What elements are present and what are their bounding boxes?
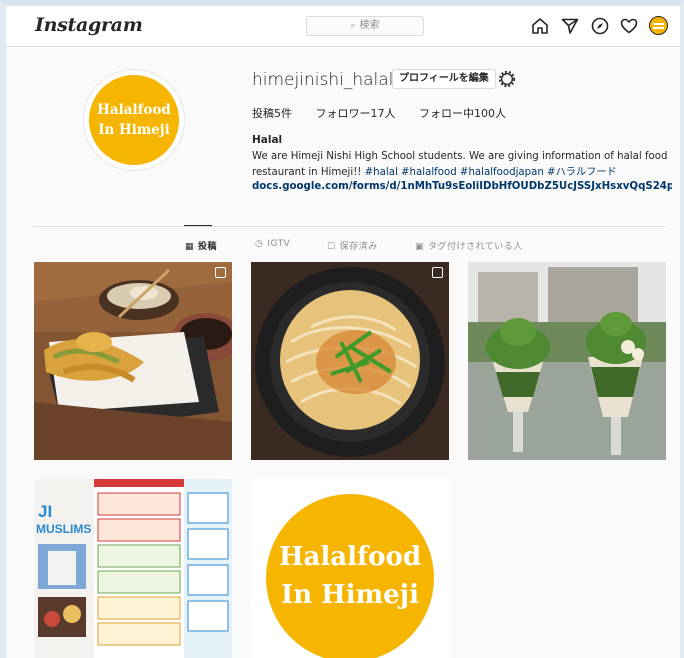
search-input[interactable]: ⌕ 検索 [306,16,424,36]
grid-icon: ▦ [185,242,195,252]
avatar-text-line1: Halalfood [97,102,171,118]
halal-flyer-photo: JI MUSLIMS [34,479,232,658]
post-matcha-parfait[interactable] [468,262,666,460]
bio-text: We are Himeji Nishi High School students… [252,149,672,181]
profile-avatar-logo: Halalfood In Himeji [89,75,179,165]
bio-line1: We are Himeji Nishi High School students… [252,151,668,162]
tab-igtv-label: IGTV [267,239,291,249]
bookmark-icon: ☐ [327,242,336,252]
direct-icon[interactable] [560,16,580,36]
tab-igtv[interactable]: ◷ IGTV [255,239,290,249]
search-icon: ⌕ [350,21,356,31]
bio-hashtags[interactable]: #halal #halalfood #halalfoodjapan #ハラルフー… [365,167,617,178]
settings-gear-icon[interactable] [498,70,516,88]
matcha-parfait-photo [468,262,666,460]
profile-avatar[interactable]: Halalfood In Himeji [84,70,184,170]
edit-profile-button[interactable]: プロフィールを編集 [392,69,496,89]
activity-heart-icon[interactable] [619,16,639,36]
igtv-icon: ◷ [255,239,264,249]
multiple-photos-icon [215,267,226,278]
flyer-text-muslims: MUSLIMS [36,522,91,536]
bio-line2: restaurant in Himeji!! #halal #halalfood… [252,165,672,181]
multiple-photos-icon [432,267,443,278]
udon-photo [251,262,449,460]
avatar-text-line2: In Himeji [98,122,170,138]
followers-count[interactable]: フォロワー17人 [316,107,396,120]
tabs-divider [34,226,666,227]
top-navigation-bar: Instagram ⌕ 検索 [6,6,680,47]
active-tab-indicator [184,225,212,226]
tab-tagged-label: タグ付けされている人 [428,242,523,252]
tab-saved-label: 保存済み [339,242,378,252]
logo-text-line2: In Himeji [281,580,419,610]
following-count[interactable]: フォロー中100人 [419,107,506,120]
home-icon[interactable] [530,16,550,36]
post-tempura[interactable] [34,262,232,460]
posts-count: 投稿5件 [252,107,292,120]
profile-stats: 投稿5件 フォロワー17人 フォロー中100人 [252,105,526,121]
tab-saved[interactable]: ☐ 保存済み [327,239,378,252]
logo-text-line1: Halalfood [279,542,421,572]
tempura-photo [34,262,232,460]
tab-posts[interactable]: ▦ 投稿 [185,239,217,252]
explore-icon[interactable] [590,16,610,36]
halalfood-logo-image: Halalfood In Himeji [251,479,449,658]
bio-link[interactable]: docs.google.com/forms/d/1nMhTu9sEoliIDbH… [252,181,672,192]
bio-line2-text: restaurant in Himeji!! [252,167,365,178]
flyer-text-ji: JI [38,502,52,521]
bio-name: Halal [252,134,283,146]
post-udon[interactable] [251,262,449,460]
tab-posts-label: 投稿 [198,242,218,252]
instagram-logo[interactable]: Instagram [35,14,143,36]
profile-avatar-icon[interactable] [649,16,668,35]
tab-tagged[interactable]: ▣ タグ付けされている人 [415,239,523,252]
post-halalfood-logo[interactable]: Halalfood In Himeji [251,479,449,658]
tagged-icon: ▣ [415,242,425,252]
profile-username: himejinishi_halal [252,70,394,90]
post-halal-map-flyer[interactable]: JI MUSLIMS [34,479,232,658]
search-placeholder: 検索 [359,20,380,31]
